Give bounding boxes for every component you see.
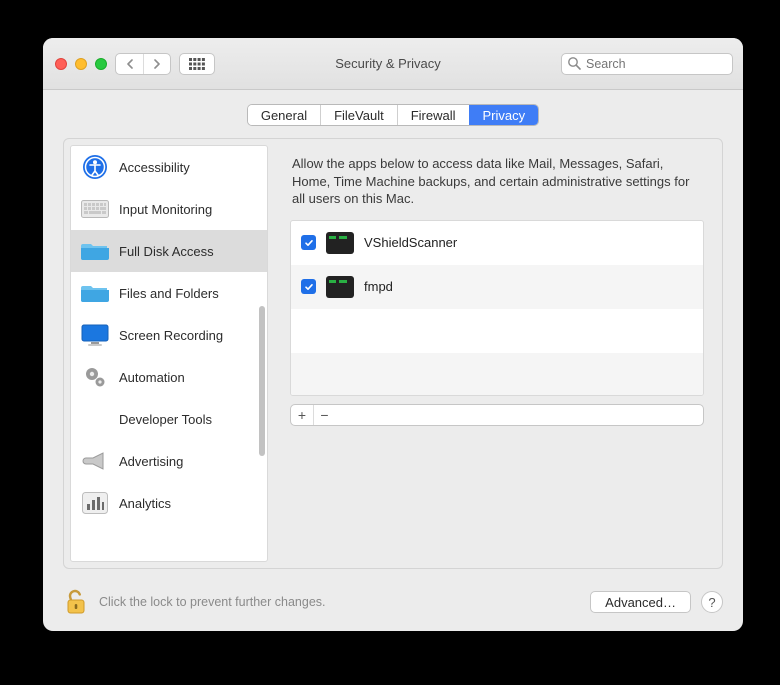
- minus-icon: −: [320, 407, 328, 423]
- barchart-icon: [81, 489, 109, 517]
- sidebar-item-accessibility[interactable]: Accessibility: [71, 146, 267, 188]
- sidebar-item-analytics[interactable]: Analytics: [71, 482, 267, 524]
- advanced-button[interactable]: Advanced…: [590, 591, 691, 613]
- lock-button[interactable]: [63, 587, 89, 617]
- tab-filevault[interactable]: FileVault: [320, 105, 397, 125]
- tab-row: General FileVault Firewall Privacy: [43, 90, 743, 136]
- display-icon: [81, 321, 109, 349]
- plus-icon: +: [298, 407, 306, 423]
- tab-firewall[interactable]: Firewall: [397, 105, 469, 125]
- unlocked-lock-icon: [65, 589, 87, 615]
- tab-privacy[interactable]: Privacy: [469, 105, 539, 125]
- sidebar-item-label: Accessibility: [119, 160, 190, 175]
- zoom-window-button[interactable]: [95, 58, 107, 70]
- nav-back-button[interactable]: [116, 54, 143, 74]
- close-window-button[interactable]: [55, 58, 67, 70]
- checkmark-icon: [304, 238, 314, 248]
- add-app-button[interactable]: +: [291, 405, 313, 425]
- minimize-window-button[interactable]: [75, 58, 87, 70]
- privacy-detail: Allow the apps below to access data like…: [278, 145, 716, 562]
- folder-icon: [81, 237, 109, 265]
- nav-forward-button[interactable]: [143, 54, 170, 74]
- sidebar-item-label: Files and Folders: [119, 286, 219, 301]
- toolbar: Security & Privacy: [43, 38, 743, 90]
- app-row-empty: [291, 353, 703, 396]
- checkmark-icon: [304, 282, 314, 292]
- footer: Click the lock to prevent further change…: [43, 585, 743, 631]
- allowed-apps-list[interactable]: VShieldScanner fmpd: [290, 220, 704, 396]
- sidebar-item-label: Full Disk Access: [119, 244, 214, 259]
- window-title: Security & Privacy: [223, 56, 553, 71]
- chevron-right-icon: [152, 59, 162, 69]
- sidebar-item-screen-recording[interactable]: Screen Recording: [71, 314, 267, 356]
- nav-back-forward: [115, 53, 171, 75]
- sidebar-item-label: Input Monitoring: [119, 202, 212, 217]
- lock-note: Click the lock to prevent further change…: [99, 595, 580, 609]
- sidebar-item-advertising[interactable]: Advertising: [71, 440, 267, 482]
- question-icon: ?: [708, 595, 715, 610]
- sidebar-item-input-monitoring[interactable]: Input Monitoring: [71, 188, 267, 230]
- app-name: fmpd: [364, 279, 393, 294]
- privacy-description: Allow the apps below to access data like…: [278, 145, 716, 220]
- privacy-pane: Accessibility Input Monitoring: [63, 138, 723, 569]
- terminal-app-icon: [326, 276, 354, 298]
- show-all-prefs-button[interactable]: [179, 53, 215, 75]
- tab-general[interactable]: General: [248, 105, 320, 125]
- app-row[interactable]: VShieldScanner: [291, 221, 703, 265]
- sidebar-item-automation[interactable]: Automation: [71, 356, 267, 398]
- help-button[interactable]: ?: [701, 591, 723, 613]
- search-field-container: [561, 53, 733, 75]
- sidebar-item-label: Advertising: [119, 454, 183, 469]
- app-checkbox[interactable]: [301, 235, 316, 250]
- gears-icon: [81, 363, 109, 391]
- megaphone-icon: [81, 447, 109, 475]
- terminal-app-icon: [326, 232, 354, 254]
- prefs-window: Security & Privacy General FileVault Fir…: [43, 38, 743, 631]
- search-icon: [567, 56, 581, 70]
- sidebar-item-label: Automation: [119, 370, 185, 385]
- sidebar-item-label: Screen Recording: [119, 328, 223, 343]
- tabs: General FileVault Firewall Privacy: [247, 104, 539, 126]
- keyboard-icon: [81, 195, 109, 223]
- privacy-category-list[interactable]: Accessibility Input Monitoring: [70, 145, 268, 562]
- traffic-lights: [53, 58, 107, 70]
- grid-icon: [189, 58, 205, 70]
- add-remove-buttons: + −: [290, 404, 704, 426]
- sidebar-item-files-and-folders[interactable]: Files and Folders: [71, 272, 267, 314]
- app-checkbox[interactable]: [301, 279, 316, 294]
- app-name: VShieldScanner: [364, 235, 457, 250]
- sidebar-item-label: Analytics: [119, 496, 171, 511]
- search-input[interactable]: [561, 53, 733, 75]
- sidebar-item-developer-tools[interactable]: Developer Tools: [71, 398, 267, 440]
- folder-icon: [81, 279, 109, 307]
- remove-app-button[interactable]: −: [313, 405, 335, 425]
- sidebar-item-label: Developer Tools: [119, 412, 212, 427]
- chevron-left-icon: [125, 59, 135, 69]
- sidebar-item-full-disk-access[interactable]: Full Disk Access: [71, 230, 267, 272]
- blank-icon: [81, 405, 109, 433]
- app-row[interactable]: fmpd: [291, 265, 703, 309]
- accessibility-icon: [81, 153, 109, 181]
- app-row-empty: [291, 309, 703, 353]
